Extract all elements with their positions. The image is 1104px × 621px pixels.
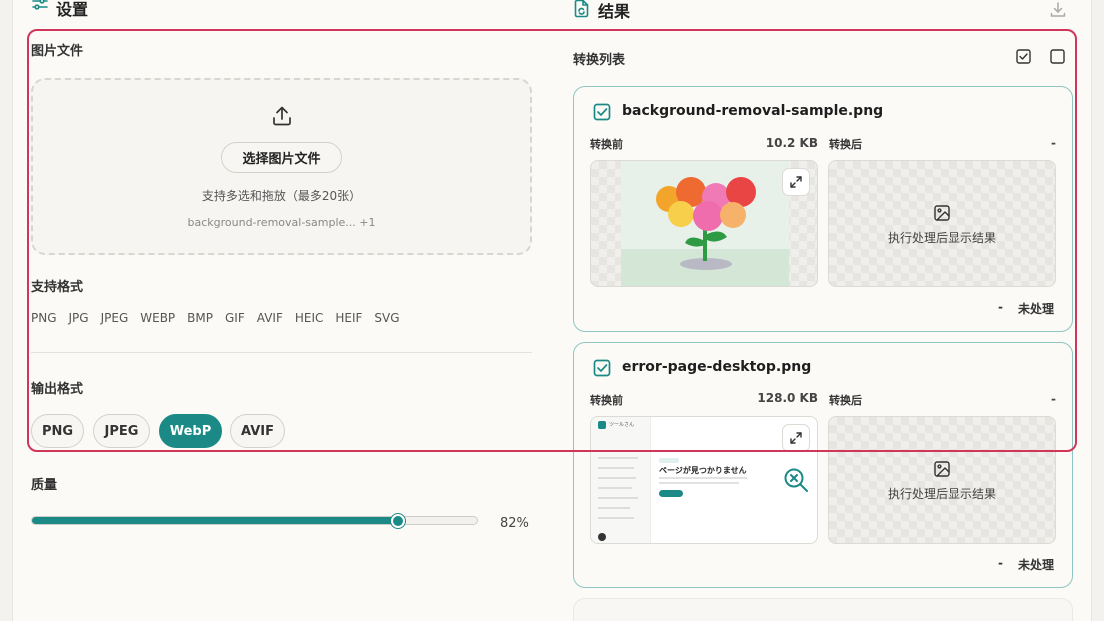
results-title: 结果 bbox=[598, 2, 631, 21]
before-size-2: 128.0 KB bbox=[757, 391, 818, 405]
before-label-1: 转换前 bbox=[590, 138, 623, 151]
format-bmp: BMP bbox=[187, 311, 213, 325]
before-size-1: 10.2 KB bbox=[765, 136, 818, 150]
thumb-button bbox=[659, 490, 683, 497]
supported-formats-label: 支持格式 bbox=[31, 280, 84, 295]
after-placeholder-text-2: 执行处理后显示结果 bbox=[887, 487, 996, 501]
select-all-icon[interactable] bbox=[1016, 49, 1031, 64]
before-label-2: 转换前 bbox=[590, 394, 623, 407]
format-jpg: JPG bbox=[68, 311, 89, 325]
after-size-2: - bbox=[1051, 392, 1056, 406]
expand-icon[interactable] bbox=[782, 168, 810, 196]
status-size-2: - bbox=[998, 556, 1003, 570]
after-placeholder-text-1: 执行处理后显示结果 bbox=[887, 231, 996, 245]
deselect-all-icon[interactable] bbox=[1050, 49, 1065, 64]
result-card-3-partial bbox=[573, 598, 1073, 621]
format-svg: SVG bbox=[374, 311, 400, 325]
quality-value: 82% bbox=[500, 516, 529, 531]
supported-formats-list: PNG JPG JPEG WEBP BMP GIF AVIF HEIC HEIF… bbox=[31, 311, 400, 325]
thumb-heading: ページが見つかりません bbox=[659, 466, 747, 475]
after-size-1: - bbox=[1051, 136, 1056, 150]
image-files-label: 图片文件 bbox=[31, 44, 84, 59]
quality-slider-thumb[interactable] bbox=[390, 514, 405, 528]
thumb-sidebar: ツールさん bbox=[591, 417, 651, 543]
after-preview-2 bbox=[828, 416, 1056, 544]
format-heic: HEIC bbox=[294, 311, 324, 325]
sliders-icon bbox=[31, 0, 49, 15]
checkbox-checked-icon[interactable] bbox=[593, 103, 611, 121]
output-webp-button[interactable]: WebP bbox=[159, 414, 222, 448]
expand-icon[interactable] bbox=[782, 424, 810, 452]
output-jpeg-button[interactable]: JPEG bbox=[93, 414, 150, 448]
output-avif-button[interactable]: AVIF bbox=[230, 414, 285, 448]
status-text-1: 未处理 bbox=[1018, 302, 1055, 316]
after-preview-1 bbox=[828, 160, 1056, 287]
result-filename-2: error-page-desktop.png bbox=[622, 359, 812, 375]
format-avif: AVIF bbox=[256, 311, 283, 325]
quality-label: 质量 bbox=[31, 478, 58, 493]
checkbox-checked-icon[interactable] bbox=[593, 359, 611, 377]
after-label-2: 转换后 bbox=[829, 394, 862, 407]
thumb-logo bbox=[598, 421, 606, 429]
output-format-label: 输出格式 bbox=[31, 382, 84, 397]
image-placeholder-icon bbox=[933, 204, 951, 222]
image-placeholder-icon bbox=[933, 460, 951, 478]
file-convert-icon bbox=[573, 0, 590, 18]
upload-hint: 支持多选和拖放（最多20张） bbox=[201, 189, 362, 203]
conversion-list-label: 转换列表 bbox=[573, 53, 626, 68]
quality-slider-track[interactable] bbox=[31, 516, 478, 525]
divider bbox=[31, 352, 532, 353]
after-label-1: 转换后 bbox=[829, 138, 862, 151]
format-webp: WEBP bbox=[140, 311, 176, 325]
result-filename-1: background-removal-sample.png bbox=[622, 103, 884, 119]
search-x-icon bbox=[783, 467, 809, 493]
upload-icon bbox=[270, 104, 294, 128]
output-png-button[interactable]: PNG bbox=[31, 414, 84, 448]
thumb-app-name: ツールさん bbox=[609, 422, 635, 428]
format-jpeg: JPEG bbox=[100, 311, 129, 325]
select-files-button[interactable]: 选择图片文件 bbox=[221, 142, 342, 173]
status-size-1: - bbox=[998, 300, 1003, 314]
status-text-2: 未处理 bbox=[1018, 558, 1055, 572]
settings-title: 设置 bbox=[56, 0, 89, 19]
format-png: PNG bbox=[31, 311, 57, 325]
download-icon[interactable] bbox=[1049, 1, 1067, 19]
selected-files-text: background-removal-sample... +1 bbox=[187, 216, 376, 229]
format-gif: GIF bbox=[225, 311, 245, 325]
quality-slider-fill bbox=[32, 517, 397, 524]
format-heif: HEIF bbox=[335, 311, 363, 325]
